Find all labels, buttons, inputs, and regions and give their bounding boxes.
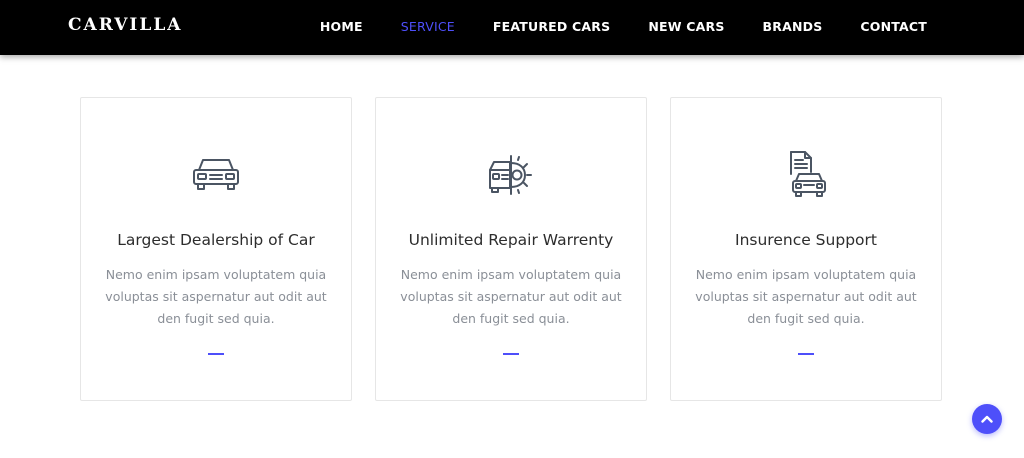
service-card: Unlimited Repair Warrenty Nemo enim ipsa… (375, 97, 647, 401)
card-text: Nemo enim ipsam voluptatem quia voluptas… (695, 267, 917, 326)
accent-divider (503, 353, 519, 355)
card-title: Insurence Support (735, 231, 877, 249)
brand-logo[interactable]: CARVILLA (68, 15, 182, 35)
navbar: CARVILLA HOME SERVICE FEATURED CARS NEW … (0, 0, 1024, 55)
nav-item-featured-cars[interactable]: FEATURED CARS (493, 19, 610, 34)
card-title: Largest Dealership of Car (117, 231, 315, 249)
card-text: Nemo enim ipsam voluptatem quia voluptas… (400, 267, 622, 326)
service-card: Largest Dealership of Car Nemo enim ipsa… (80, 97, 352, 401)
card-text: Nemo enim ipsam voluptatem quia voluptas… (105, 267, 327, 326)
service-cards: Largest Dealership of Car Nemo enim ipsa… (80, 97, 942, 401)
car-repair-icon (484, 148, 538, 202)
nav-item-new-cars[interactable]: NEW CARS (648, 19, 724, 34)
nav-item-service[interactable]: SERVICE (401, 19, 455, 34)
car-icon (189, 148, 243, 202)
scroll-to-top-button[interactable] (972, 404, 1002, 434)
nav-item-home[interactable]: HOME (320, 19, 363, 34)
nav-item-brands[interactable]: BRANDS (763, 19, 823, 34)
card-title: Unlimited Repair Warrenty (408, 231, 614, 249)
service-card: Insurence Support Nemo enim ipsam volupt… (670, 97, 942, 401)
accent-divider (798, 353, 814, 355)
car-insurance-icon (779, 148, 833, 202)
nav-item-contact[interactable]: CONTACT (860, 19, 927, 34)
nav-menu: HOME SERVICE FEATURED CARS NEW CARS BRAN… (282, 19, 927, 34)
chevron-up-icon (981, 415, 993, 423)
accent-divider (208, 353, 224, 355)
